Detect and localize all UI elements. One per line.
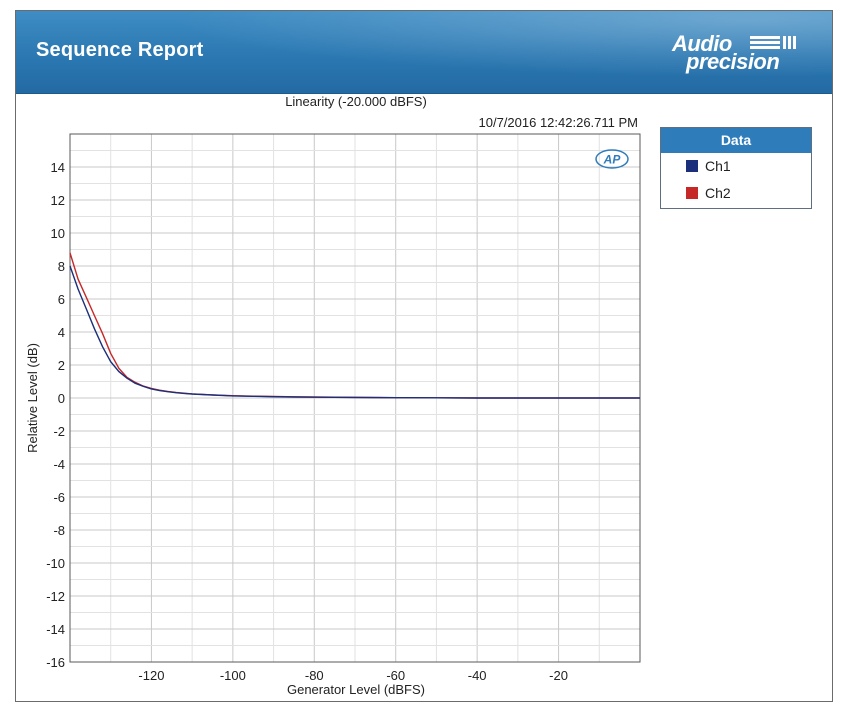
x-tick-label: -80 (305, 668, 324, 683)
chart-title: Linearity (-20.000 dBFS) (285, 94, 427, 109)
legend-label-ch2: Ch2 (705, 185, 731, 201)
y-tick-labels: 14 12 10 8 6 4 2 0 -2 -4 -6 -8 -10 -12 -14 -16 (46, 160, 65, 670)
y-tick-label: 0 (58, 391, 65, 406)
y-tick-label: 12 (51, 193, 65, 208)
chart-timestamp: 10/7/2016 12:42:26.711 PM (479, 115, 639, 130)
x-axis-label: Generator Level (dBFS) (287, 682, 425, 697)
y-tick-label: -12 (46, 589, 65, 604)
y-tick-label: -8 (53, 523, 65, 538)
y-tick-label: 10 (51, 226, 65, 241)
y-tick-label: 14 (51, 160, 65, 175)
y-tick-label: 2 (58, 358, 65, 373)
audio-precision-logo: Audio precision (672, 31, 802, 74)
x-tick-label: -100 (220, 668, 246, 683)
x-tick-labels: -120 -100 -80 -60 -40 -20 (138, 668, 568, 683)
legend-item-ch2[interactable]: Ch2 (661, 180, 811, 207)
y-tick-label: -14 (46, 622, 65, 637)
brand-bars-icon (750, 36, 796, 49)
y-tick-label: 6 (58, 292, 65, 307)
legend-swatch-ch2 (686, 187, 698, 199)
y-axis-label: Relative Level (dB) (25, 343, 40, 453)
y-tick-label: -2 (53, 424, 65, 439)
report-title: Sequence Report (36, 39, 204, 61)
ap-watermark-text: AP (603, 153, 622, 167)
y-tick-label: -10 (46, 556, 65, 571)
legend: Data Ch1 Ch2 (660, 127, 812, 209)
legend-item-ch1[interactable]: Ch1 (661, 153, 811, 180)
y-tick-label: -6 (53, 490, 65, 505)
x-tick-label: -20 (549, 668, 568, 683)
legend-title: Data (661, 128, 811, 153)
ap-watermark-icon: AP (595, 149, 629, 169)
y-tick-label: 8 (58, 259, 65, 274)
y-tick-label: 4 (58, 325, 65, 340)
x-tick-label: -60 (386, 668, 405, 683)
y-tick-label: -4 (53, 457, 65, 472)
brand-line-2: precision (686, 49, 780, 74)
y-tick-label: -16 (46, 655, 65, 670)
x-tick-label: -120 (138, 668, 164, 683)
legend-swatch-ch1 (686, 160, 698, 172)
legend-label-ch1: Ch1 (705, 158, 731, 174)
x-tick-label: -40 (468, 668, 487, 683)
linearity-chart: Linearity (-20.000 dBFS) 10/7/2016 12:42… (25, 94, 641, 697)
